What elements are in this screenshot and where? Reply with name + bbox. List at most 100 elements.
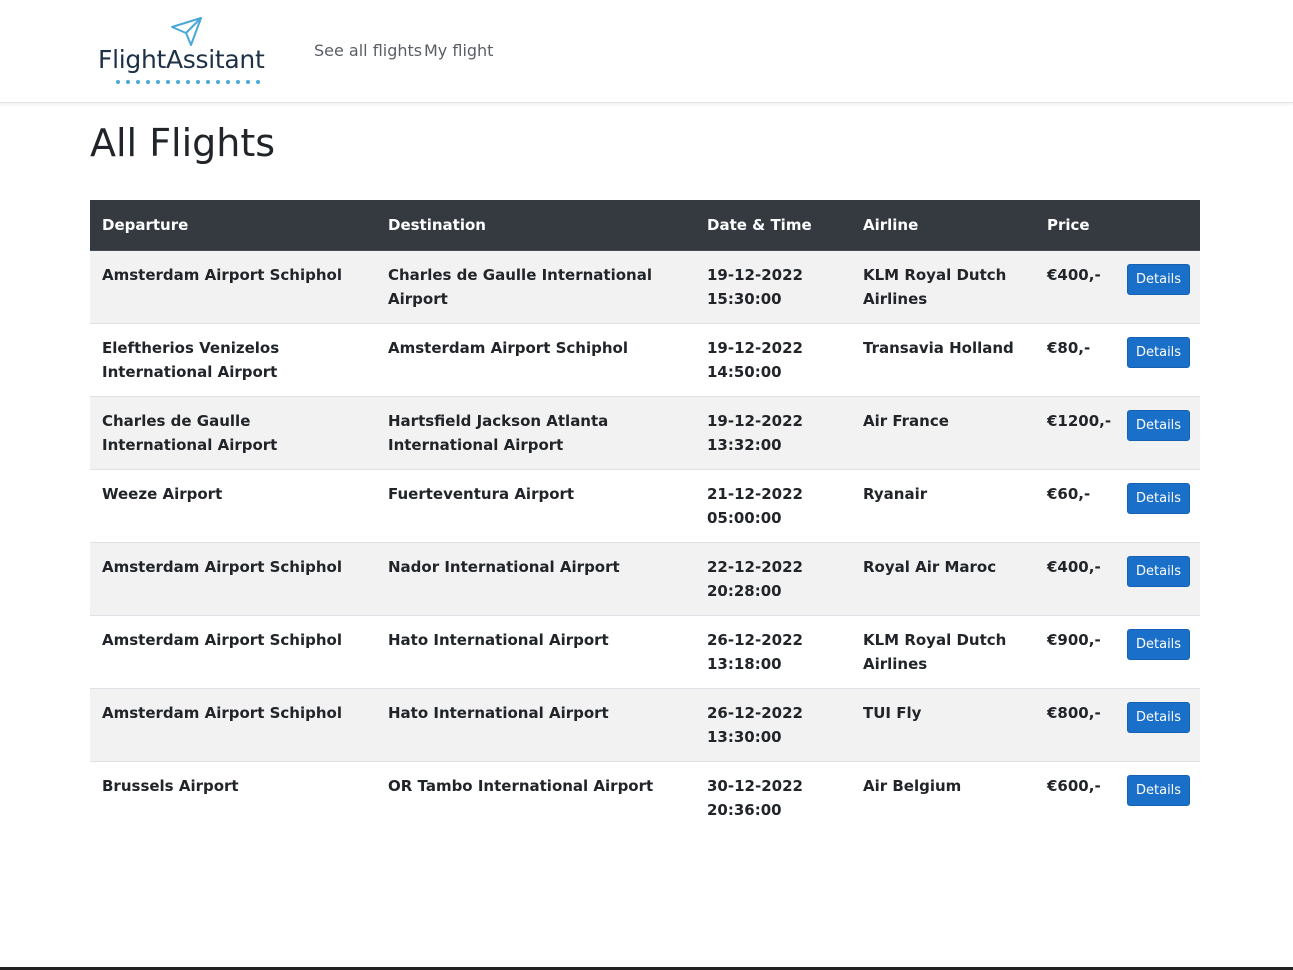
departure-cell: Brussels Airport <box>90 761 376 834</box>
column-header-date-time: Date & Time <box>695 200 851 251</box>
table-row: Brussels Airport OR Tambo International A… <box>90 761 1200 834</box>
departure-cell: Weeze Airport <box>90 469 376 543</box>
brand-logo-link[interactable]: FlightAssitant <box>97 15 282 87</box>
airline-cell: Air Belgium <box>851 761 1035 834</box>
destination-cell: OR Tambo International Airport <box>376 761 695 834</box>
flight-time: 15:30:00 <box>707 290 782 308</box>
flights-table: Departure Destination Date & Time Airlin… <box>90 200 1200 834</box>
destination-cell: Fuerteventura Airport <box>376 469 695 543</box>
departure-cell: Amsterdam Airport Schiphol <box>90 250 376 324</box>
date-time-cell: 19-12-2022 14:50:00 <box>695 323 851 397</box>
flight-date: 30-12-2022 <box>707 777 803 795</box>
price-cell: €400,- <box>1035 250 1115 324</box>
airline-cell: KLM Royal Dutch Airlines <box>851 250 1035 324</box>
brand-dot <box>156 80 160 84</box>
date-time-cell: 19-12-2022 13:32:00 <box>695 396 851 470</box>
table-row: Weeze Airport Fuerteventura Airport 21-12-… <box>90 469 1200 543</box>
destination-cell: Hartsfield Jackson Atlanta International… <box>376 396 695 470</box>
column-header-airline: Airline <box>851 200 1035 251</box>
brand-dot <box>236 80 240 84</box>
actions-cell: Details <box>1115 542 1200 616</box>
column-header-departure: Departure <box>90 200 376 251</box>
table-row: Amsterdam Airport Schiphol Hato Internati… <box>90 615 1200 689</box>
destination-cell: Nador International Airport <box>376 542 695 616</box>
table-row: Charles de Gaulle International Airport H… <box>90 396 1200 470</box>
flight-date: 21-12-2022 <box>707 485 803 503</box>
destination-cell: Hato International Airport <box>376 615 695 689</box>
flight-date: 26-12-2022 <box>707 704 803 722</box>
date-time-cell: 19-12-2022 15:30:00 <box>695 250 851 324</box>
price-cell: €80,- <box>1035 323 1115 397</box>
flight-date: 19-12-2022 <box>707 412 803 430</box>
airline-cell: Ryanair <box>851 469 1035 543</box>
departure-cell: Amsterdam Airport Schiphol <box>90 615 376 689</box>
page-title: All Flights <box>90 121 276 165</box>
paper-plane-icon <box>171 17 202 46</box>
price-cell: €800,- <box>1035 688 1115 762</box>
date-time-cell: 21-12-2022 05:00:00 <box>695 469 851 543</box>
details-button[interactable]: Details <box>1127 775 1191 806</box>
table-row: Amsterdam Airport Schiphol Hato Internati… <box>90 688 1200 762</box>
departure-cell: Amsterdam Airport Schiphol <box>90 542 376 616</box>
flight-time: 05:00:00 <box>707 509 782 527</box>
price-cell: €400,- <box>1035 542 1115 616</box>
flight-time: 20:36:00 <box>707 801 782 819</box>
date-time-cell: 30-12-2022 20:36:00 <box>695 761 851 834</box>
actions-cell: Details <box>1115 396 1200 470</box>
details-button[interactable]: Details <box>1127 264 1191 295</box>
flight-date: 19-12-2022 <box>707 266 803 284</box>
brand-dot <box>196 80 200 84</box>
brand-dots-decoration <box>116 80 260 84</box>
brand-dot <box>116 80 120 84</box>
brand-dot <box>166 80 170 84</box>
departure-cell: Eleftherios Venizelos International Airp… <box>90 323 376 397</box>
airline-cell: KLM Royal Dutch Airlines <box>851 615 1035 689</box>
flight-date: 26-12-2022 <box>707 631 803 649</box>
nav-my-flight[interactable]: My flight <box>424 41 493 60</box>
brand-dot <box>186 80 190 84</box>
actions-cell: Details <box>1115 615 1200 689</box>
price-cell: €60,- <box>1035 469 1115 543</box>
details-button[interactable]: Details <box>1127 483 1191 514</box>
table-header-row: Departure Destination Date & Time Airlin… <box>90 200 1200 251</box>
price-cell: €900,- <box>1035 615 1115 689</box>
actions-cell: Details <box>1115 761 1200 834</box>
brand-dot <box>256 80 260 84</box>
details-button[interactable]: Details <box>1127 556 1191 587</box>
brand-dot <box>226 80 230 84</box>
price-cell: €600,- <box>1035 761 1115 834</box>
brand-name: FlightAssitant <box>98 45 265 74</box>
table-row: Eleftherios Venizelos International Airp… <box>90 323 1200 397</box>
price-cell: €1200,- <box>1035 396 1115 470</box>
brand-dot <box>206 80 210 84</box>
brand-dot <box>126 80 130 84</box>
flight-time: 13:18:00 <box>707 655 782 673</box>
departure-cell: Charles de Gaulle International Airport <box>90 396 376 470</box>
flight-time: 20:28:00 <box>707 582 782 600</box>
brand-dot <box>246 80 250 84</box>
brand-dot <box>146 80 150 84</box>
column-header-actions <box>1115 200 1200 251</box>
flight-date: 19-12-2022 <box>707 339 803 357</box>
actions-cell: Details <box>1115 469 1200 543</box>
details-button[interactable]: Details <box>1127 337 1191 368</box>
flight-date: 22-12-2022 <box>707 558 803 576</box>
navbar: FlightAssitant See all flights My flight <box>0 0 1293 103</box>
departure-cell: Amsterdam Airport Schiphol <box>90 688 376 762</box>
details-button[interactable]: Details <box>1127 629 1191 660</box>
brand-dot <box>136 80 140 84</box>
details-button[interactable]: Details <box>1127 702 1191 733</box>
actions-cell: Details <box>1115 323 1200 397</box>
column-header-price: Price <box>1035 200 1115 251</box>
nav-see-all-flights[interactable]: See all flights <box>314 41 422 60</box>
brand-dot <box>176 80 180 84</box>
flight-time: 13:30:00 <box>707 728 782 746</box>
airline-cell: Air France <box>851 396 1035 470</box>
table-row: Amsterdam Airport Schiphol Charles de Gau… <box>90 250 1200 324</box>
actions-cell: Details <box>1115 688 1200 762</box>
date-time-cell: 22-12-2022 20:28:00 <box>695 542 851 616</box>
flight-time: 13:32:00 <box>707 436 782 454</box>
actions-cell: Details <box>1115 250 1200 324</box>
table-row: Amsterdam Airport Schiphol Nador Internat… <box>90 542 1200 616</box>
details-button[interactable]: Details <box>1127 410 1191 441</box>
